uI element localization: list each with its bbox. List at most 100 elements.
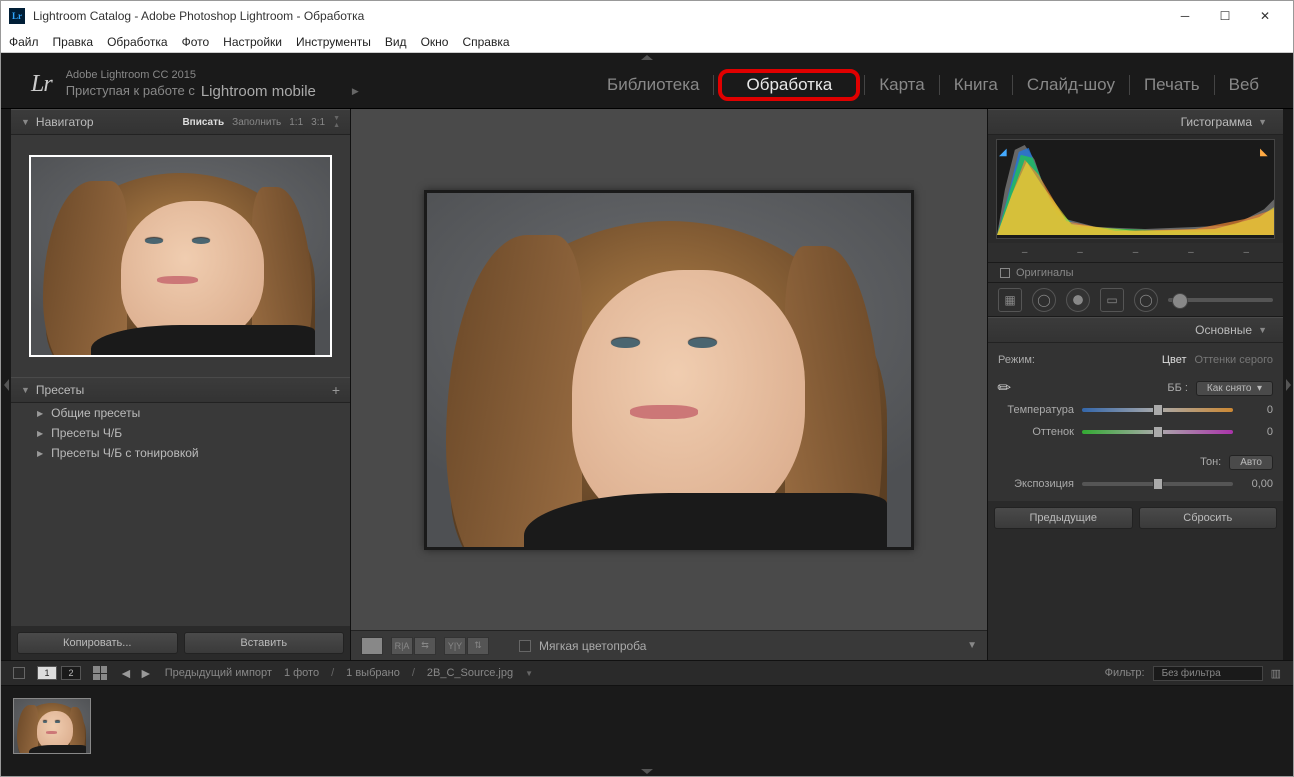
before-after-tb-button[interactable]: Y|Y xyxy=(444,637,466,655)
menu-settings[interactable]: Настройки xyxy=(223,35,282,49)
filter-lock-icon[interactable]: ▥ xyxy=(1271,667,1281,680)
originals-toggle[interactable]: Оригиналы xyxy=(988,263,1283,283)
gradient-tool[interactable]: ▭ xyxy=(1100,288,1124,312)
crop-tool[interactable]: ▦ xyxy=(998,288,1022,312)
filter-dropdown[interactable]: Без фильтра xyxy=(1153,666,1263,681)
temperature-value[interactable]: 0 xyxy=(1241,404,1273,416)
preset-folder[interactable]: ▶Общие пресеты xyxy=(11,403,350,423)
identity-plate[interactable]: Adobe Lightroom CC 2015 Приступая к рабо… xyxy=(66,68,359,102)
menu-edit[interactable]: Правка xyxy=(53,35,94,49)
nav-fill[interactable]: Заполнить xyxy=(232,117,281,128)
module-picker: Библиотека Обработка Карта Книга Слайд-ш… xyxy=(593,69,1273,101)
menu-help[interactable]: Справка xyxy=(462,35,509,49)
softproof-label: Мягкая цветопроба xyxy=(539,639,646,653)
develop-toolbar: R|A⇆ Y|Y⇅ Мягкая цветопроба ▼ xyxy=(351,630,987,660)
menu-tools[interactable]: Инструменты xyxy=(296,35,371,49)
tint-slider[interactable] xyxy=(1082,425,1233,439)
filmstrip-thumb[interactable] xyxy=(13,698,91,754)
basic-panel: Режим: Цвет Оттенки серого ✎ ББ : Как сн… xyxy=(988,343,1283,501)
paste-settings-button[interactable]: Вставить xyxy=(184,632,345,654)
add-preset-icon[interactable]: + xyxy=(332,382,340,398)
spot-tool[interactable]: ◯ xyxy=(1032,288,1056,312)
photo-canvas[interactable] xyxy=(351,109,987,630)
navigator-preview[interactable] xyxy=(11,135,350,377)
second-window-icon[interactable] xyxy=(13,667,25,679)
right-panel-toggle[interactable] xyxy=(1283,109,1293,660)
tool-strip: ▦ ◯ ▭ ◯ xyxy=(988,283,1283,317)
tint-value[interactable]: 0 xyxy=(1241,426,1273,438)
menu-bar: Файл Правка Обработка Фото Настройки Инс… xyxy=(1,31,1293,53)
eyedropper-icon[interactable]: ✎ xyxy=(993,376,1017,400)
module-slideshow[interactable]: Слайд-шоу xyxy=(1013,75,1129,95)
module-web[interactable]: Веб xyxy=(1215,75,1273,95)
redeye-tool[interactable] xyxy=(1066,288,1090,312)
app-icon: Lr xyxy=(9,8,25,24)
display-2-button[interactable]: 2 xyxy=(61,666,81,680)
menu-view[interactable]: Вид xyxy=(385,35,407,49)
before-after-swap-button[interactable]: ⇅ xyxy=(467,637,489,655)
menu-window[interactable]: Окно xyxy=(421,35,449,49)
loupe-view-button[interactable] xyxy=(361,637,383,655)
wb-dropdown[interactable]: Как снято ▾ xyxy=(1196,381,1273,396)
nav-1to1[interactable]: 1:1 xyxy=(289,117,303,128)
brush-size-slider[interactable] xyxy=(1168,298,1273,302)
display-1-button[interactable]: 1 xyxy=(37,666,57,680)
module-book[interactable]: Книга xyxy=(940,75,1012,95)
chevron-down-icon: ▼ xyxy=(21,385,30,395)
filename-label: 2B_C_Source.jpg xyxy=(427,667,513,679)
identity-plate-row: Lr Adobe Lightroom CC 2015 Приступая к р… xyxy=(1,61,1293,109)
nav-forward-icon[interactable]: ► xyxy=(139,665,153,681)
chevron-down-icon: ▼ xyxy=(1258,325,1267,335)
chevron-down-icon: ▼ xyxy=(1258,117,1267,127)
softproof-checkbox[interactable] xyxy=(519,640,531,652)
before-after-lr-button[interactable]: R|A xyxy=(391,637,413,655)
left-panel: ▼ Навигатор Вписать Заполнить 1:1 3:1 ▼▲… xyxy=(11,109,351,660)
radial-tool[interactable]: ◯ xyxy=(1134,288,1158,312)
presets-header[interactable]: ▼ Пресеты + xyxy=(11,377,350,403)
grid-view-icon[interactable] xyxy=(93,666,107,680)
histogram-display[interactable] xyxy=(996,139,1275,239)
chevron-down-icon: ▼ xyxy=(21,117,30,127)
reset-button[interactable]: Сбросить xyxy=(1139,507,1278,529)
treatment-color[interactable]: Цвет xyxy=(1162,354,1187,366)
maximize-button[interactable]: ☐ xyxy=(1205,1,1245,31)
filmstrip-header: 1 2 ◄ ► Предыдущий импорт 1 фото / 1 выб… xyxy=(1,660,1293,686)
annotation-highlight: Обработка xyxy=(718,69,860,101)
module-library[interactable]: Библиотека xyxy=(593,75,713,95)
menu-file[interactable]: Файл xyxy=(9,35,39,49)
selected-count: 1 выбрано xyxy=(346,667,400,679)
exposure-value[interactable]: 0,00 xyxy=(1241,478,1273,490)
treatment-bw[interactable]: Оттенки серого xyxy=(1195,354,1273,366)
navigator-header[interactable]: ▼ Навигатор Вписать Заполнить 1:1 3:1 ▼▲ xyxy=(11,109,350,135)
menu-photo[interactable]: Фото xyxy=(182,35,210,49)
left-panel-toggle[interactable] xyxy=(1,109,11,660)
module-print[interactable]: Печать xyxy=(1130,75,1214,95)
close-button[interactable]: ✕ xyxy=(1245,1,1285,31)
top-panel-toggle[interactable] xyxy=(1,53,1293,61)
histogram-header[interactable]: Гистограмма ▼ xyxy=(988,109,1283,135)
filmstrip[interactable] xyxy=(1,686,1293,766)
center-panel: R|A⇆ Y|Y⇅ Мягкая цветопроба ▼ xyxy=(351,109,987,660)
nav-back-icon[interactable]: ◄ xyxy=(119,665,133,681)
auto-tone-button[interactable]: Авто xyxy=(1229,455,1273,470)
basic-panel-header[interactable]: Основные ▼ xyxy=(988,317,1283,343)
copy-settings-button[interactable]: Копировать... xyxy=(17,632,178,654)
source-label[interactable]: Предыдущий импорт xyxy=(165,667,272,679)
before-after-split-button[interactable]: ⇆ xyxy=(414,637,436,655)
toolbar-menu-icon[interactable]: ▼ xyxy=(967,640,977,651)
bottom-panel-toggle[interactable] xyxy=(1,766,1293,776)
exposure-slider[interactable] xyxy=(1082,477,1233,491)
right-panel: Гистограмма ▼ ––––– Оригиналы ▦ ◯ ▭ ◯ xyxy=(987,109,1283,660)
lightroom-logo: Lr xyxy=(31,71,52,98)
histogram-values: ––––– xyxy=(988,243,1283,263)
module-develop[interactable]: Обработка xyxy=(732,75,846,94)
previous-button[interactable]: Предыдущие xyxy=(994,507,1133,529)
nav-fit[interactable]: Вписать xyxy=(182,117,224,128)
menu-develop[interactable]: Обработка xyxy=(107,35,168,49)
temperature-slider[interactable] xyxy=(1082,403,1233,417)
minimize-button[interactable]: ─ xyxy=(1165,1,1205,31)
preset-folder[interactable]: ▶Пресеты Ч/Б xyxy=(11,423,350,443)
module-map[interactable]: Карта xyxy=(865,75,939,95)
preset-folder[interactable]: ▶Пресеты Ч/Б с тонировкой xyxy=(11,443,350,463)
nav-3to1[interactable]: 3:1 xyxy=(311,117,325,128)
